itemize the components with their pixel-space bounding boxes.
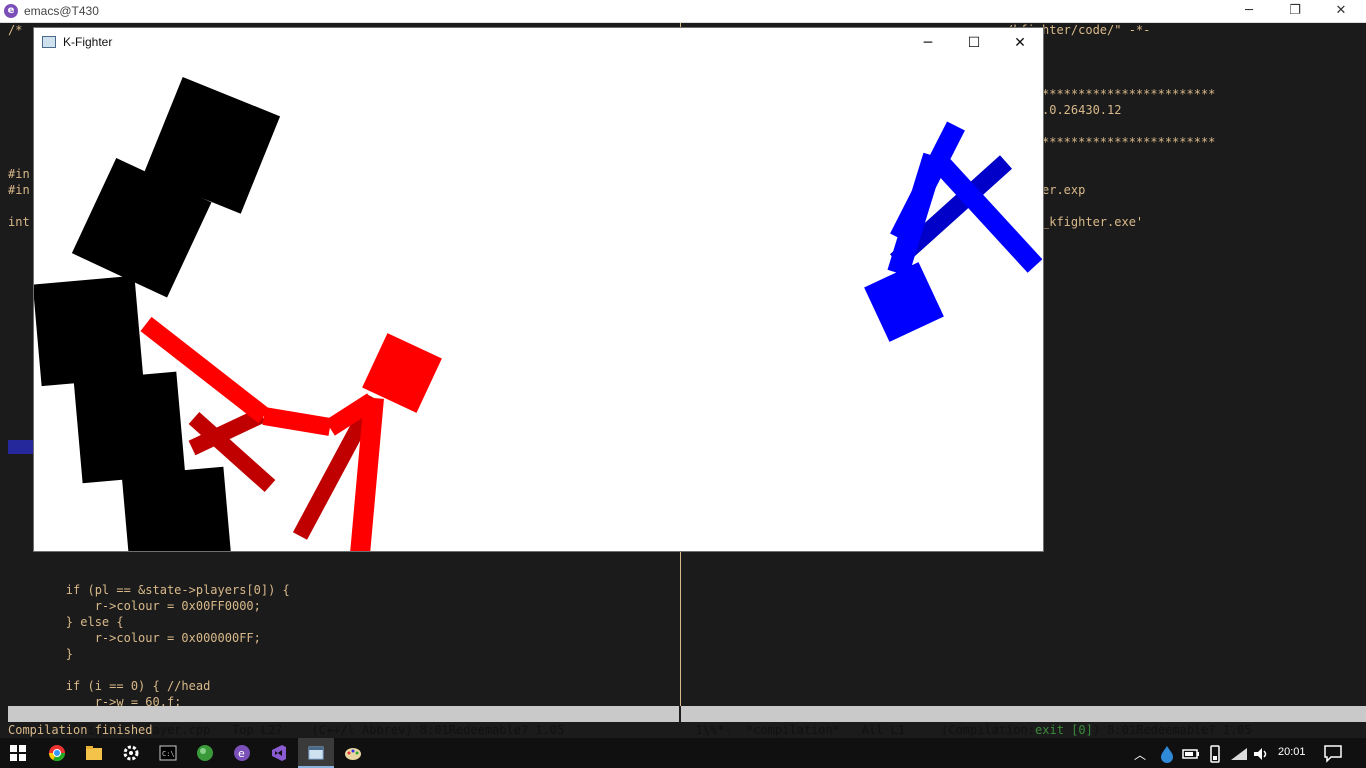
red-torso <box>350 397 384 551</box>
minibuffer: Compilation finished <box>8 723 153 737</box>
left-modeline[interactable]: -\--- kfighter_player.cpp Top L27 (C++/l… <box>8 706 679 737</box>
game-canvas[interactable] <box>34 58 1043 551</box>
emacs-titlebar: e emacs@T430 ─ ❐ ✕ <box>0 0 1366 23</box>
clock[interactable]: 20:01 <box>1278 746 1306 758</box>
right-modeline-text-b: ) 8:01Redeemable? 1.05 <box>1092 723 1252 737</box>
dropbox-icon[interactable] <box>1157 744 1177 764</box>
notifications-icon[interactable] <box>1323 743 1343 763</box>
code-line: r->colour = 0x000000FF; <box>8 631 261 645</box>
code-line: r->w = 60.f; <box>8 695 182 706</box>
taskbar: C:\ e ︿ 20:01 <box>0 738 1366 768</box>
code-line: if (i == 0) { //head <box>8 679 211 693</box>
black-box <box>34 275 144 387</box>
emacs-window-title: emacs@T430 <box>24 4 99 18</box>
kfighter-window-title: K-Fighter <box>63 35 113 49</box>
right-modeline[interactable]: 1\%*- *compilation* All L1 (Compilation:… <box>681 706 1366 737</box>
kfighter-window[interactable]: K-Fighter ─ ☐ ✕ <box>33 27 1044 552</box>
settings-icon[interactable] <box>121 743 141 763</box>
code-line: } <box>8 647 74 661</box>
emacs-close-icon[interactable]: ✕ <box>1318 0 1364 22</box>
battery-icon[interactable] <box>1181 744 1201 764</box>
exit-status: exit [0] <box>1035 723 1093 737</box>
paint-icon[interactable] <box>343 743 363 763</box>
minimize-icon[interactable]: ─ <box>905 28 951 58</box>
cmd-icon[interactable]: C:\ <box>158 743 178 763</box>
kfighter-app-icon <box>42 36 56 48</box>
code-line: } else { <box>8 615 124 629</box>
code-line: if (pl == &state->players[0]) { <box>8 583 290 597</box>
red-front-upper-arm <box>262 407 332 436</box>
emacs-minimize-icon[interactable]: ─ <box>1226 0 1272 22</box>
maximize-icon[interactable]: ☐ <box>951 28 997 58</box>
kfighter-titlebar[interactable]: K-Fighter ─ ☐ ✕ <box>34 28 1043 58</box>
emacs-restore-icon[interactable]: ❐ <box>1272 0 1318 22</box>
wifi-icon[interactable] <box>1229 744 1249 764</box>
kfighter-window-icon[interactable] <box>306 743 326 763</box>
chrome-icon[interactable] <box>47 743 67 763</box>
svg-text:e: e <box>238 747 245 760</box>
visual-studio-icon[interactable] <box>269 743 289 763</box>
windows-start-icon[interactable] <box>8 743 28 763</box>
emacs-icon[interactable]: e <box>232 743 252 763</box>
blue-head <box>864 262 944 342</box>
close-icon[interactable]: ✕ <box>997 28 1043 58</box>
volume-icon[interactable] <box>1251 744 1271 764</box>
black-box <box>121 466 233 551</box>
code-line: r->colour = 0x00FF0000; <box>8 599 261 613</box>
black-box <box>73 371 186 484</box>
usb-icon[interactable] <box>1205 744 1225 764</box>
svg-text:C:\: C:\ <box>162 750 175 758</box>
chevron-up-icon[interactable]: ︿ <box>1134 746 1146 763</box>
emacs-app-icon: e <box>4 4 18 18</box>
globe-app-icon[interactable] <box>195 743 215 763</box>
file-explorer-icon[interactable] <box>84 743 104 763</box>
right-modeline-text-a: 1\%*- *compilation* All L1 (Compilation: <box>695 723 1036 737</box>
